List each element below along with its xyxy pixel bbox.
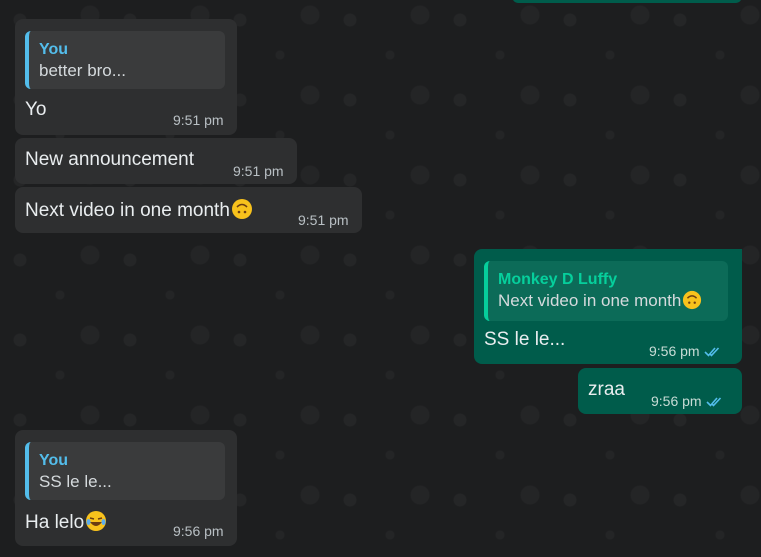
message-time: 9:56 pm bbox=[651, 390, 724, 412]
upside-down-face-emoji bbox=[231, 199, 252, 219]
message-text: New announcement bbox=[25, 149, 194, 170]
message-time: 9:51 pm bbox=[173, 112, 224, 128]
message-text-label: Next video in one month bbox=[25, 200, 230, 221]
quoted-message[interactable]: You SS le le... bbox=[25, 442, 225, 500]
outgoing-message-bubble[interactable]: Monkey D Luffy Next video in one month S… bbox=[474, 249, 742, 364]
message-text-label: Ha lelo bbox=[25, 512, 85, 533]
message-text: Ha lelo bbox=[25, 510, 107, 534]
message-text: zraa bbox=[588, 379, 625, 400]
quoted-text: Next video in one month bbox=[498, 290, 702, 312]
quoted-text: SS le le... bbox=[39, 472, 112, 491]
read-ticks-icon bbox=[706, 397, 721, 407]
incoming-message-bubble[interactable]: You better bro... Yo 9:51 pm bbox=[15, 19, 237, 135]
message-text: Next video in one month bbox=[25, 198, 253, 222]
message-time-label: 9:56 pm bbox=[649, 343, 700, 359]
message-time: 9:56 pm bbox=[649, 340, 722, 362]
quoted-text-label: Next video in one month bbox=[498, 291, 682, 310]
outgoing-message-bubble[interactable]: zraa 9:56 pm bbox=[578, 368, 742, 414]
upside-down-face-emoji bbox=[683, 290, 702, 310]
incoming-message-bubble[interactable]: New announcement 9:51 pm bbox=[15, 138, 297, 184]
message-time: 9:56 pm bbox=[173, 523, 224, 539]
quoted-text: better bro... bbox=[39, 61, 126, 80]
quoted-message[interactable]: You better bro... bbox=[25, 31, 225, 89]
message-time-label: 9:56 pm bbox=[651, 393, 702, 409]
incoming-message-bubble[interactable]: Next video in one month 9:51 pm bbox=[15, 187, 362, 233]
read-ticks-icon bbox=[704, 347, 719, 357]
quoted-message[interactable]: Monkey D Luffy Next video in one month bbox=[484, 261, 728, 321]
quoted-author: You bbox=[39, 41, 69, 58]
message-time: 9:51 pm bbox=[298, 212, 349, 228]
quoted-author: You bbox=[39, 452, 69, 469]
message-time: 9:51 pm bbox=[233, 163, 284, 179]
quoted-author: Monkey D Luffy bbox=[498, 271, 618, 288]
incoming-message-bubble[interactable]: You SS le le... Ha lelo 9:56 pm bbox=[15, 430, 237, 546]
message-text: Yo bbox=[25, 99, 47, 120]
message-text: SS le le... bbox=[484, 329, 566, 350]
partial-outgoing-bubble[interactable] bbox=[512, 0, 742, 3]
joy-face-emoji bbox=[86, 511, 107, 531]
